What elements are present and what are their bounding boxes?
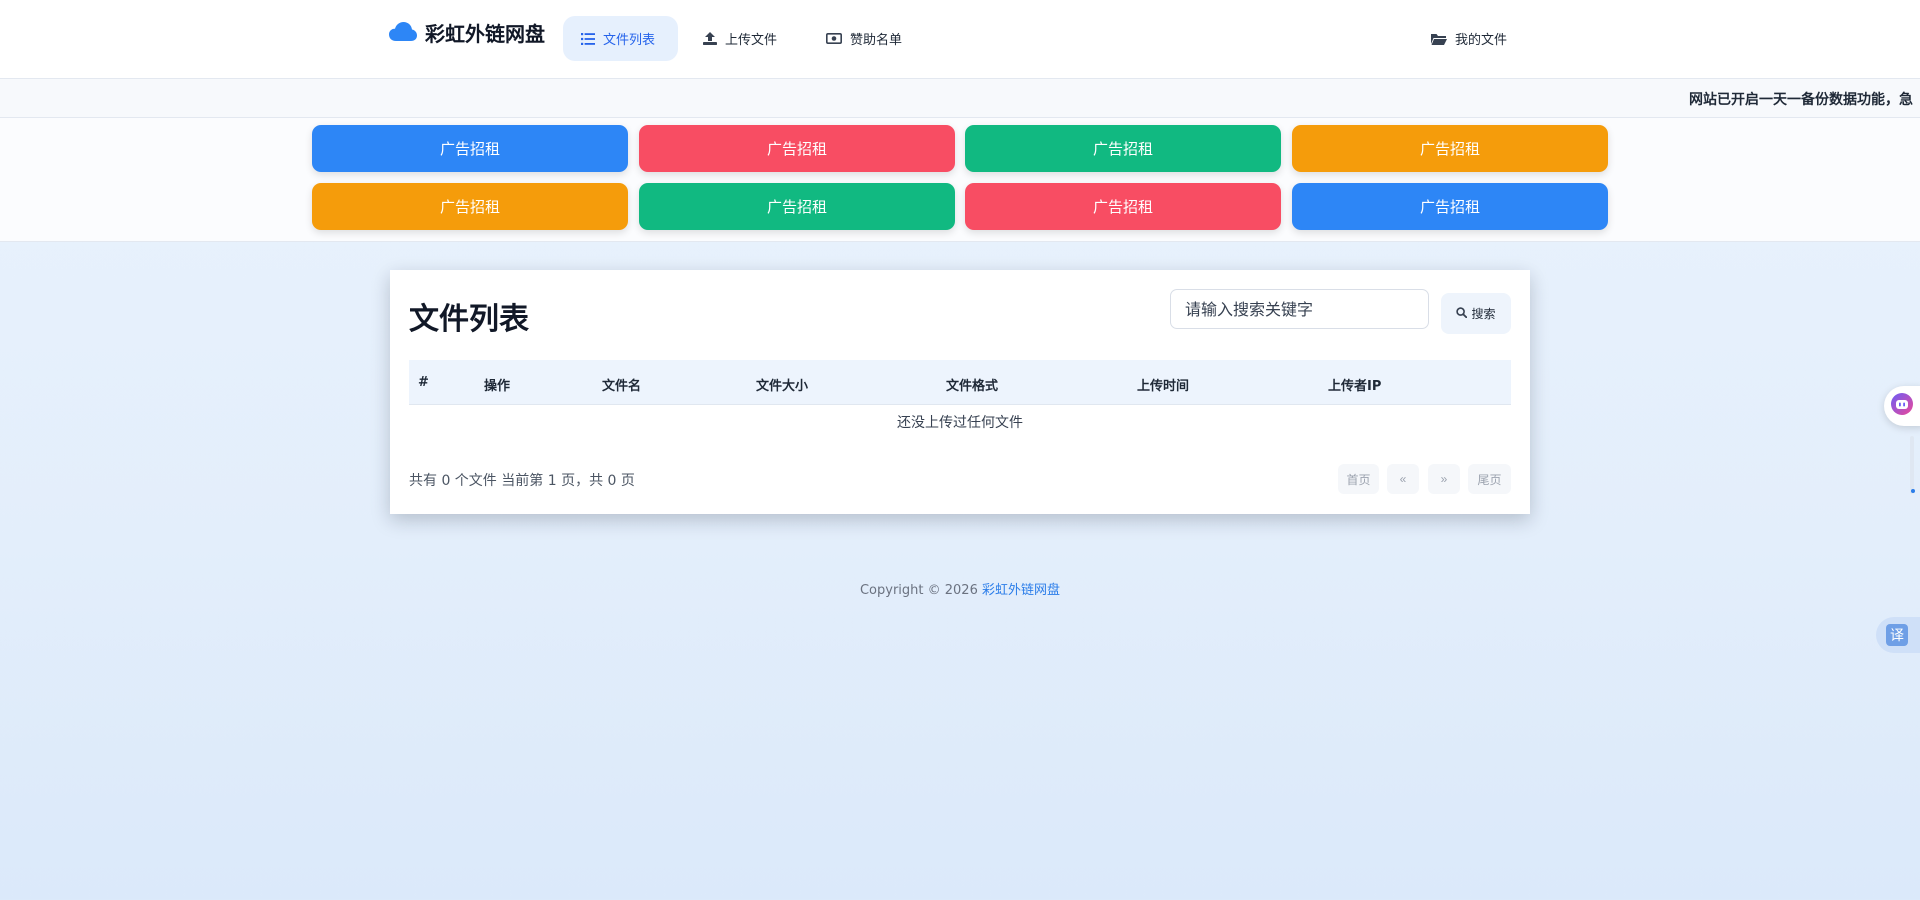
column-header: # [418, 375, 429, 390]
page-title: 文件列表 [409, 302, 529, 337]
ad-button[interactable]: 广告招租 [965, 183, 1281, 230]
column-header: 文件名 [602, 379, 642, 394]
footer: Copyright © 2026 彩虹外链网盘 [0, 579, 1920, 598]
pagination-next[interactable]: » [1428, 464, 1460, 494]
nav-sponsors-label: 赞助名单 [850, 33, 903, 48]
nav-sponsors[interactable]: 赞助名单 [808, 16, 936, 61]
announcement-text: 网站已开启一天一备份数据功能，急 [1689, 92, 1913, 108]
search-icon [1456, 306, 1468, 321]
ad-button[interactable]: 广告招租 [312, 125, 628, 172]
nav-file-list-label: 文件列表 [603, 33, 656, 48]
search-button[interactable]: 搜索 [1441, 293, 1511, 334]
ad-button[interactable]: 广告招租 [1292, 125, 1608, 172]
pagination-first[interactable]: 首页 [1338, 464, 1379, 494]
ad-button[interactable]: 广告招租 [965, 125, 1281, 172]
robot-icon [1890, 392, 1914, 420]
column-header: 文件格式 [946, 379, 999, 394]
pagination-prev[interactable]: « [1387, 464, 1419, 494]
ad-button[interactable]: 广告招租 [639, 125, 955, 172]
pagination-last[interactable]: 尾页 [1468, 464, 1511, 494]
column-header: 操作 [484, 379, 511, 394]
column-header: 上传时间 [1137, 379, 1190, 394]
ad-button[interactable]: 广告招租 [639, 183, 955, 230]
column-header: 文件大小 [756, 379, 809, 394]
table-header: # 操作 文件名 文件大小 文件格式 上传时间 上传者IP [409, 360, 1511, 405]
brand[interactable]: 彩虹外链网盘 [389, 15, 545, 49]
footer-site-link[interactable]: 彩虹外链网盘 [982, 583, 1060, 598]
copyright-text: Copyright © 2026 [859, 583, 982, 598]
announcement-bar: 网站已开启一天一备份数据功能，急 [0, 79, 1920, 118]
cloud-icon [389, 22, 417, 42]
top-navbar: 彩虹外链网盘 文件列表 上传文件 赞助名单 我的文件 [0, 0, 1920, 79]
money-icon [826, 33, 842, 44]
brand-name: 彩虹外链网盘 [425, 21, 545, 46]
nav-file-list[interactable]: 文件列表 [563, 16, 678, 61]
translate-icon: 译 [1886, 624, 1908, 646]
ad-section: 广告招租 广告招租 广告招租 广告招租 广告招租 广告招租 广告招租 广告招租 [0, 118, 1920, 242]
ad-button[interactable]: 广告招租 [312, 183, 628, 230]
nav-my-files[interactable]: 我的文件 [1413, 16, 1543, 61]
upload-icon [703, 32, 717, 45]
file-list-card: 文件列表 搜索 # 操作 文件名 文件大小 文件格式 上传时间 上传者IP 还没… [390, 270, 1530, 514]
search-button-label: 搜索 [1471, 307, 1496, 321]
column-header: 上传者IP [1328, 379, 1382, 394]
nav-my-files-label: 我的文件 [1455, 33, 1508, 48]
empty-table-message: 还没上传过任何文件 [897, 415, 1023, 431]
ad-button[interactable]: 广告招租 [1292, 183, 1608, 230]
nav-upload-label: 上传文件 [725, 33, 778, 48]
assistant-widget[interactable] [1884, 386, 1920, 426]
translate-widget[interactable]: 译 [1876, 617, 1920, 653]
scroll-indicator-dot [1911, 489, 1915, 493]
folder-open-icon [1431, 33, 1447, 45]
scroll-indicator[interactable] [1910, 436, 1914, 494]
nav-upload[interactable]: 上传文件 [685, 16, 803, 61]
list-icon [581, 32, 595, 45]
search-input[interactable] [1170, 289, 1429, 329]
pagination-summary: 共有 0 个文件 当前第 1 页，共 0 页 [409, 473, 635, 489]
